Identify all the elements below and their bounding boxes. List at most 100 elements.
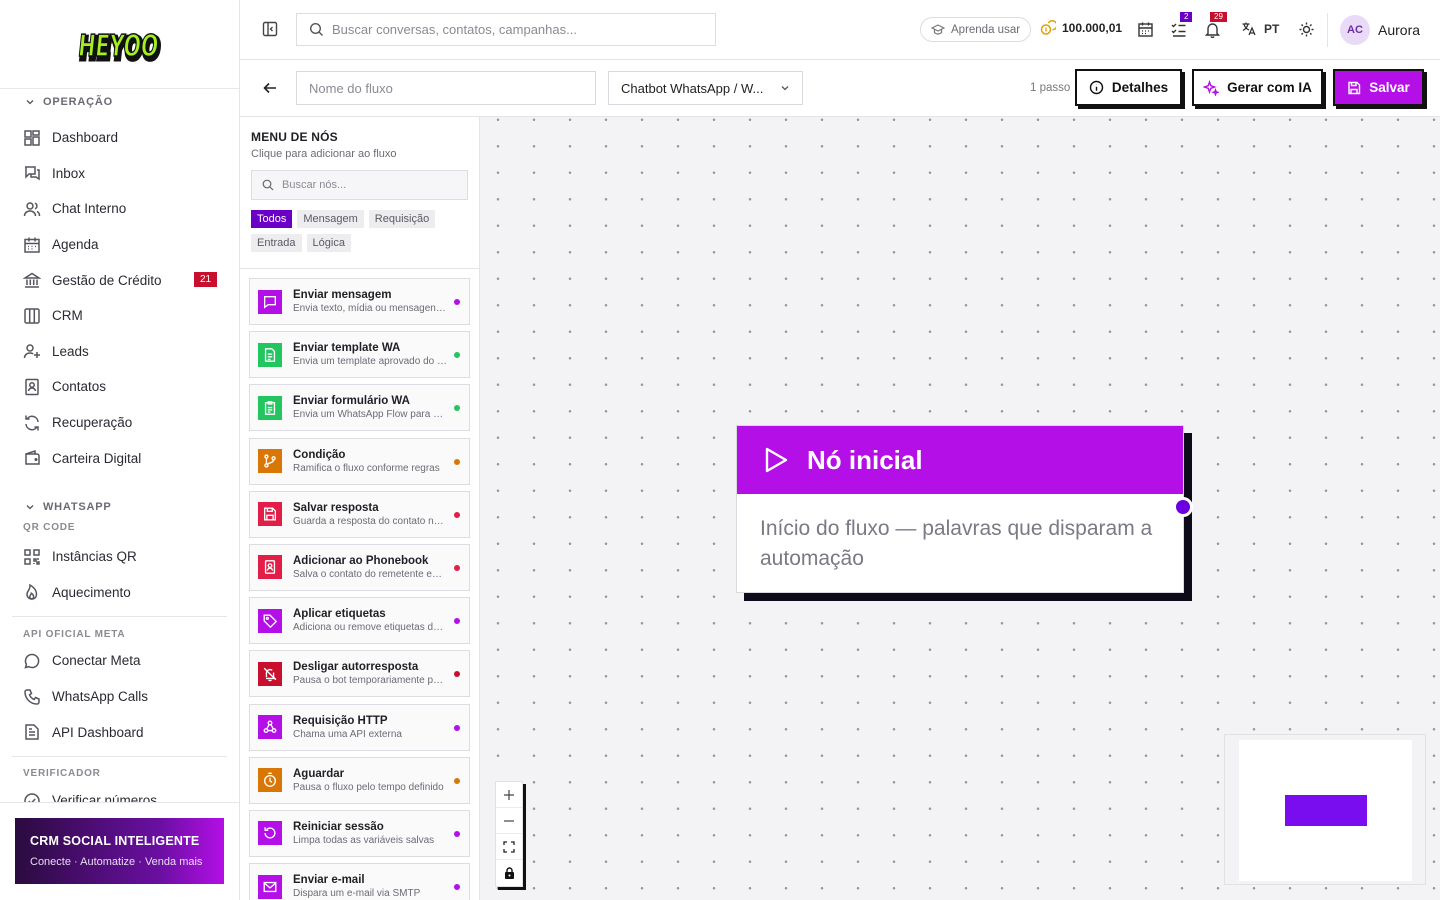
start-node[interactable]: Nó inicial Início do fluxo — palavras qu… xyxy=(736,425,1193,601)
node-description: Adiciona ou remove etiquetas das convers… xyxy=(293,622,448,634)
node-description: Salva o contato do remetente em uma list… xyxy=(293,568,448,580)
node-icon-box xyxy=(258,449,282,474)
report-icon xyxy=(25,724,39,740)
node-card-enviar-e-mail[interactable]: Enviar e-mail Dispara um e-mail via SMTP xyxy=(249,863,470,900)
branch-icon xyxy=(264,454,276,468)
filter-chip-mensagem[interactable]: Mensagem xyxy=(297,210,364,228)
node-description: Envia texto, mídia ou mensagens interati… xyxy=(293,303,448,314)
sidebar-item-chat-interno[interactable]: Chat Interno xyxy=(0,191,239,227)
section-title: WHATSAPP xyxy=(43,500,112,513)
sidebar-item-aquecimento[interactable]: Aquecimento xyxy=(0,575,239,611)
node-card-aguardar[interactable]: Aguardar Pausa o fluxo pelo tempo definid… xyxy=(249,756,470,804)
sidebar-item-crm[interactable]: CRM xyxy=(0,298,239,334)
sidebar-item-whatsapp-calls[interactable]: WhatsApp Calls xyxy=(0,679,239,715)
credit-badge: 21 xyxy=(194,272,218,288)
learn-label: Aprenda usar xyxy=(951,23,1021,36)
sidebar-item-contatos[interactable]: Contatos xyxy=(0,369,239,405)
divider xyxy=(12,485,227,486)
generate-ai-button[interactable]: Gerar com IA xyxy=(1192,69,1323,106)
section-title: VERIFICADOR xyxy=(23,768,101,780)
tasks-icon[interactable] xyxy=(1170,21,1187,38)
global-search[interactable] xyxy=(296,13,716,46)
node-card-enviar-formulario-wa[interactable]: Enviar formulário WA Envia um WhatsApp Fl… xyxy=(249,384,470,432)
filter-chip-requisicao[interactable]: Requisição xyxy=(368,210,436,228)
sidebar-item-label: Gestão de Crédito xyxy=(52,272,162,288)
save-button[interactable]: Salvar xyxy=(1333,69,1424,106)
sidebar-item-leads[interactable]: Leads xyxy=(0,334,239,370)
node-card-enviar-template-wa[interactable]: Enviar template WA Envia um template apro… xyxy=(249,331,470,379)
sidebar-collapse-icon[interactable] xyxy=(262,21,278,37)
arrow-left-icon[interactable] xyxy=(262,80,278,96)
heyoo-logo[interactable]: HEYOO HEYOO xyxy=(75,21,165,67)
graduation-cap-icon xyxy=(931,23,945,35)
zoom-in-button[interactable] xyxy=(496,782,522,808)
sidebar-item-conectar-meta[interactable]: Conectar Meta xyxy=(0,643,239,679)
flow-name-input[interactable] xyxy=(296,71,596,105)
sidebar-item-inbox[interactable]: Inbox xyxy=(0,156,239,192)
language-switcher[interactable]: PT xyxy=(1241,21,1279,36)
zoom-out-button[interactable] xyxy=(496,808,522,834)
sidebar-item-api-dashboard[interactable]: API Dashboard xyxy=(0,714,239,750)
node-card-requisicao-http[interactable]: Requisição HTTP Chama uma API externa xyxy=(249,703,470,751)
notifications-badge: 29 xyxy=(1210,12,1227,22)
node-card-condicao[interactable]: Condição Ramifica o fluxo conforme regras xyxy=(249,437,470,485)
user-name: Aurora xyxy=(1378,22,1421,38)
node-card-desligar-autorresposta[interactable]: Desligar autorresposta Pausa o bot tempor… xyxy=(249,650,470,698)
node-text: Enviar template WA Envia um template apro… xyxy=(293,342,448,367)
filter-chip-todos[interactable]: Todos xyxy=(251,210,293,228)
node-icon-box xyxy=(258,715,282,739)
sidebar-item-agenda[interactable]: Agenda xyxy=(0,227,239,263)
sidebar-item-instancias-qr[interactable]: Instâncias QR xyxy=(0,539,239,575)
nodes-search-input[interactable] xyxy=(282,179,462,191)
node-card-enviar-mensagem[interactable]: Enviar mensagem Envia texto, mídia ou men… xyxy=(249,278,470,325)
minimap-viewport xyxy=(1239,740,1412,881)
details-button[interactable]: Detalhes xyxy=(1075,69,1182,106)
details-label: Detalhes xyxy=(1111,80,1169,95)
language-label: PT xyxy=(1264,21,1280,36)
node-card-adicionar-ao-phonebook[interactable]: Adicionar ao Phonebook Salva o contato do… xyxy=(249,543,470,591)
filter-chip-entrada[interactable]: Entrada xyxy=(251,234,302,252)
section-title: OPERAÇÃO xyxy=(43,96,113,108)
flow-type-select[interactable]: Chatbot WhatsApp / W... xyxy=(608,71,803,105)
calendar-icon[interactable] xyxy=(1137,21,1154,38)
play-icon xyxy=(765,447,788,473)
flame-icon xyxy=(26,584,38,601)
sidebar-item-dashboard[interactable]: Dashboard xyxy=(0,120,239,156)
user-menu[interactable]: AC Aurora xyxy=(1340,15,1420,45)
bell-icon[interactable] xyxy=(1204,21,1221,38)
node-category-dot xyxy=(454,511,460,518)
search-input[interactable] xyxy=(332,22,692,37)
promo-banner[interactable]: CRM SOCIAL INTELIGENTE Conecte · Automat… xyxy=(15,818,224,884)
nodes-menu-title: MENU DE NÓS xyxy=(251,130,338,144)
refresh-icon xyxy=(25,415,39,431)
node-card-salvar-resposta[interactable]: Salvar resposta Guarda a resposta do cont… xyxy=(249,490,470,538)
sidebar-item-label: Contatos xyxy=(52,379,107,395)
filter-chip-logica[interactable]: Lógica xyxy=(306,234,351,252)
nodes-menu-subtitle: Clique para adicionar ao fluxo xyxy=(251,148,397,160)
fit-view-button[interactable] xyxy=(496,834,522,860)
sun-icon[interactable] xyxy=(1298,21,1315,38)
flow-canvas[interactable]: Nó inicial Início do fluxo — palavras qu… xyxy=(480,117,1440,900)
node-name: Aguardar xyxy=(293,767,345,780)
sidebar-item-verificar-numeros[interactable]: Verificar números xyxy=(0,783,239,802)
user-plus-icon xyxy=(23,344,40,359)
minimap[interactable] xyxy=(1224,734,1426,885)
minimap-node xyxy=(1285,795,1367,826)
sidebar-item-label: Aquecimento xyxy=(52,584,131,600)
learn-button[interactable]: Aprenda usar xyxy=(920,17,1032,42)
start-node-card[interactable]: Nó inicial Início do fluxo — palavras qu… xyxy=(736,425,1184,593)
sidebar-item-gestao-credito[interactable]: Gestão de Crédito 21 xyxy=(0,262,239,298)
node-icon-box xyxy=(258,342,282,367)
section-toggle-operacao[interactable]: OPERAÇÃO xyxy=(0,90,239,114)
promo-subtitle: Conecte · Automatize · Venda mais xyxy=(30,856,203,868)
output-handle[interactable] xyxy=(1173,497,1193,517)
node-category-dot xyxy=(454,830,460,837)
sidebar-item-carteira-digital[interactable]: Carteira Digital xyxy=(0,440,239,476)
credits-balance[interactable]: 100.000,01 xyxy=(1040,20,1122,36)
lock-button[interactable] xyxy=(496,860,522,886)
nodes-search[interactable] xyxy=(251,170,468,200)
section-toggle-whatsapp[interactable]: WHATSAPP xyxy=(0,495,239,519)
node-card-reiniciar-sessao[interactable]: Reiniciar sessão Limpa todas as variáveis… xyxy=(249,809,470,857)
node-card-aplicar-etiquetas[interactable]: Aplicar etiquetas Adiciona ou remove etiq… xyxy=(249,597,470,645)
sidebar-item-recuperacao[interactable]: Recuperação xyxy=(0,405,239,441)
